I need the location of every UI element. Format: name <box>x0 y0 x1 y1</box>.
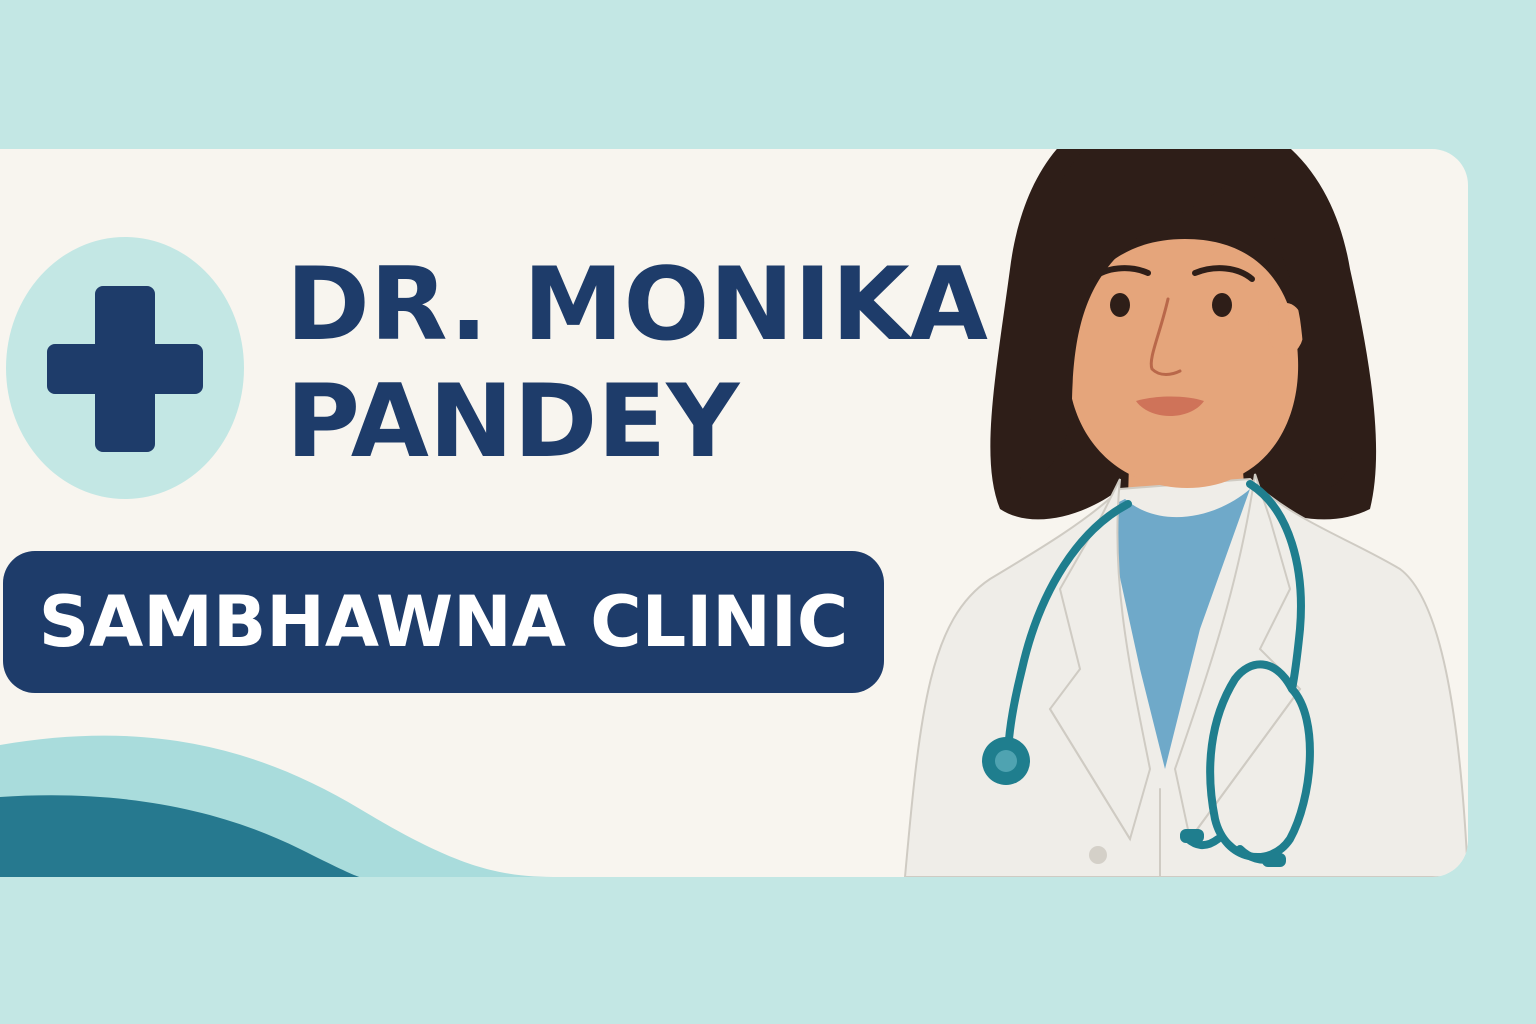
doctor-name-line2: PANDEY <box>286 362 740 480</box>
stethoscope-earpiece-left <box>1180 829 1204 843</box>
stethoscope-earpiece-right <box>1262 853 1286 867</box>
left-eye <box>1110 293 1130 317</box>
medical-badge <box>6 237 244 499</box>
face <box>1067 239 1299 488</box>
doctor-name-line1: DR. MONIKA <box>286 245 988 363</box>
clinic-name-banner: SAMBHAWNA CLINIC <box>3 551 884 693</box>
right-eye <box>1212 293 1232 317</box>
page-background: DR. MONIKA PANDEY SAMBHAWNA CLINIC <box>0 0 1536 1024</box>
stethoscope-diaphragm <box>995 750 1017 772</box>
doctor-name: DR. MONIKA PANDEY <box>286 246 988 480</box>
clinic-name: SAMBHAWNA CLINIC <box>38 581 849 663</box>
coat-button <box>1089 846 1107 864</box>
medical-cross-icon <box>47 286 203 452</box>
